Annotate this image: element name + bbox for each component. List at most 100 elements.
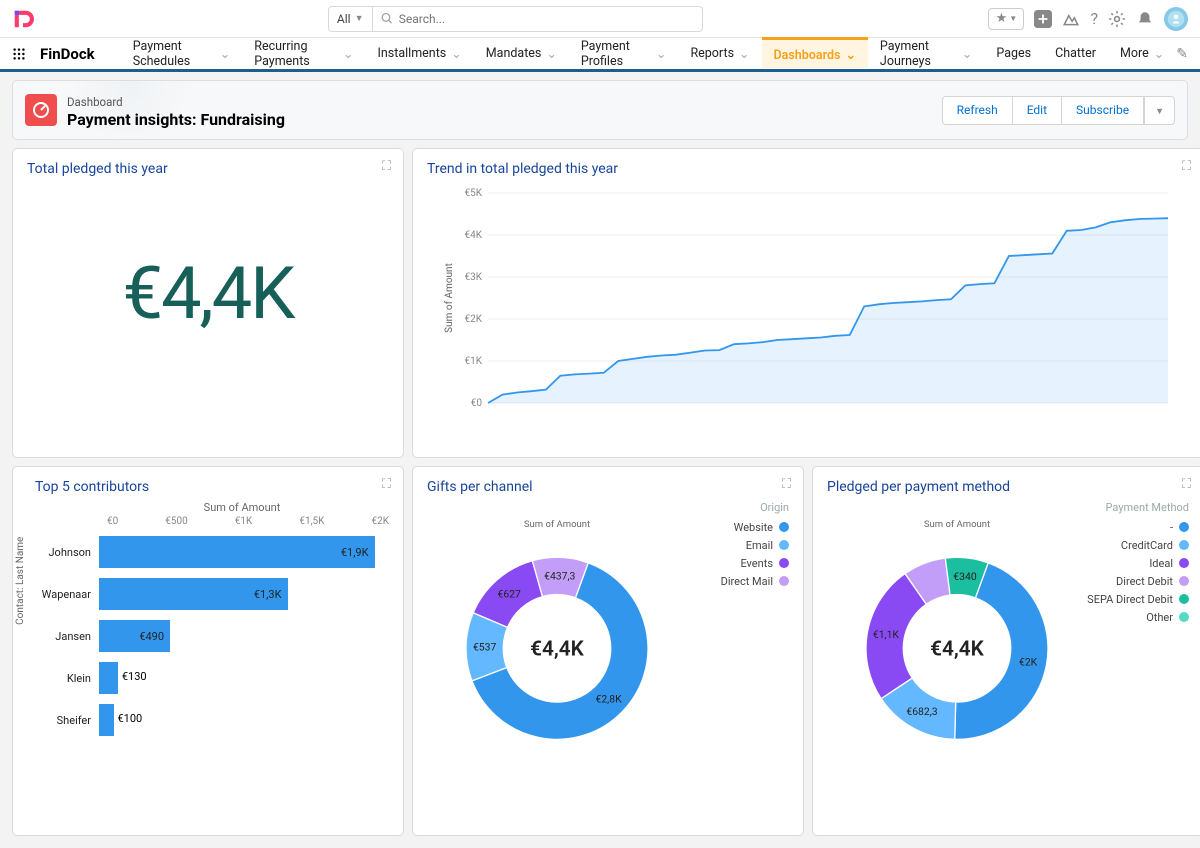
bar-label: Sheifer [35, 714, 99, 727]
legend-item: Ideal [1087, 554, 1189, 572]
legend-item: CreditCard [1087, 536, 1189, 554]
dashboard-grid: Total pledged this year ⛶ €4,4K Trend in… [0, 148, 1200, 848]
help-icon[interactable]: ? [1090, 9, 1098, 28]
legend-swatch [779, 576, 789, 586]
bar-label: Wapenaar [35, 588, 99, 601]
search-input[interactable] [399, 12, 694, 26]
svg-text:€5K: €5K [464, 188, 482, 199]
header-eyebrow: Dashboard [67, 95, 123, 109]
subscribe-button[interactable]: Subscribe [1061, 96, 1144, 125]
legend-label: Website [734, 521, 773, 534]
svg-text:€2,8K: €2,8K [596, 693, 623, 706]
bar-row: Sheifer€100 [35, 699, 389, 741]
top5-y-label: Contact: Last Name [15, 537, 26, 625]
svg-text:€537: €537 [473, 640, 497, 653]
nav-payment-profiles[interactable]: Payment Profiles⌄ [569, 38, 679, 69]
svg-text:€437,3: €437,3 [544, 569, 575, 582]
chevron-down-icon: ⌄ [1154, 46, 1164, 62]
expand-icon[interactable]: ⛶ [782, 477, 791, 492]
dashboard-icon [25, 94, 57, 126]
svg-text:€627: €627 [498, 587, 522, 600]
bar-label: Johnson [35, 546, 99, 559]
favorites-button[interactable]: ★▼ [988, 8, 1024, 30]
gifts-donut-chart: Sum of Amount€2,8K€537€627€437,3€4,4K [427, 501, 687, 761]
legend-swatch [1179, 594, 1189, 604]
avatar[interactable] [1164, 7, 1188, 31]
nav-reports[interactable]: Reports⌄ [678, 38, 761, 69]
card-trend: Trend in total pledged this year ⛶ €0€1K… [412, 148, 1200, 458]
nav-installments[interactable]: Installments⌄ [365, 38, 473, 69]
total-pledged-value: €4,4K [27, 183, 389, 403]
nav-payment-schedules[interactable]: Payment Schedules⌄ [121, 38, 243, 69]
global-search[interactable] [373, 6, 703, 32]
expand-icon[interactable]: ⛶ [382, 477, 391, 492]
edit-nav-icon[interactable]: ✎ [1176, 46, 1188, 62]
legend-label: Other [1146, 611, 1173, 624]
legend-label: Ideal [1149, 557, 1173, 570]
legend-swatch [779, 558, 789, 568]
expand-icon[interactable]: ⛶ [1182, 477, 1191, 492]
card-title: Gifts per channel [427, 479, 789, 495]
global-header: All ▼ ★▼ ? [0, 0, 1200, 38]
card-title: Top 5 contributors [35, 479, 389, 495]
legend-item: Other [1087, 608, 1189, 626]
legend-item: Direct Mail [687, 572, 789, 590]
svg-text:€3K: €3K [464, 272, 482, 283]
svg-text:€4,4K: €4,4K [530, 637, 585, 661]
legend-label: Events [740, 557, 773, 570]
gear-icon[interactable] [1108, 10, 1126, 28]
bar-value: €1,3K [254, 588, 282, 601]
bar-label: Klein [35, 672, 99, 685]
card-title: Total pledged this year [27, 161, 389, 177]
legend-title: Origin [687, 501, 789, 514]
nav-recurring-payments[interactable]: Recurring Payments⌄ [242, 38, 365, 69]
expand-icon[interactable]: ⛶ [382, 159, 391, 174]
legend-label: SEPA Direct Debit [1087, 593, 1173, 606]
bar-value: €1,9K [341, 546, 369, 559]
nav-payment-journeys[interactable]: Payment Journeys⌄ [868, 38, 984, 69]
bar-value: €490 [139, 630, 164, 643]
svg-text:€1K: €1K [464, 356, 482, 367]
legend-swatch [1179, 522, 1189, 532]
plus-icon[interactable] [1034, 10, 1052, 28]
chevron-down-icon: ⌄ [962, 46, 972, 62]
card-total-pledged: Total pledged this year ⛶ €4,4K [12, 148, 404, 458]
expand-icon[interactable]: ⛶ [1182, 159, 1191, 174]
refresh-button[interactable]: Refresh [942, 96, 1012, 125]
legend-label: Email [746, 539, 773, 552]
header-actions: Refresh Edit Subscribe ▼ [942, 96, 1175, 125]
edit-button[interactable]: Edit [1012, 96, 1061, 125]
pm-donut-chart: Sum of Amount€2K€682,3€1,1K€340€4,4K [827, 501, 1087, 761]
more-actions-button[interactable]: ▼ [1144, 96, 1175, 125]
svg-text:€682,3: €682,3 [906, 705, 937, 718]
gifts-legend: Origin Website Email Events Direct Mail [687, 501, 789, 761]
legend-swatch [779, 540, 789, 550]
search-scope-label: All [337, 12, 351, 26]
bell-icon[interactable] [1136, 10, 1154, 28]
pm-legend: Payment Method -CreditCardIdealDirect De… [1087, 501, 1189, 761]
svg-text:€0: €0 [471, 398, 483, 409]
app-launcher-icon[interactable] [12, 45, 26, 63]
legend-label: - [1170, 521, 1173, 534]
svg-text:Sum of Amount: Sum of Amount [924, 519, 990, 530]
legend-item: Email [687, 536, 789, 554]
nav-more[interactable]: More⌄ [1108, 38, 1176, 69]
nav-pages[interactable]: Pages [984, 38, 1043, 69]
card-pledged-per-pm: Pledged per payment method ⛶ Sum of Amou… [812, 466, 1200, 836]
app-logo [12, 8, 34, 30]
chevron-down-icon: ⌄ [845, 47, 855, 63]
svg-text:€2K: €2K [464, 314, 482, 325]
bar-row: Jansen€490 [35, 615, 389, 657]
legend-swatch [1179, 558, 1189, 568]
nav-mandates[interactable]: Mandates⌄ [474, 38, 569, 69]
search-scope-selector[interactable]: All ▼ [328, 6, 373, 32]
nav-dashboards[interactable]: Dashboards⌄ [762, 37, 868, 68]
chart-subtitle: Sum of Amount [95, 501, 389, 514]
chevron-down-icon: ⌄ [739, 46, 749, 62]
svg-text:€1,1K: €1,1K [873, 628, 900, 641]
legend-item: - [1087, 518, 1189, 536]
card-top5: Top 5 contributors ⛶ Sum of Amount €0€50… [12, 466, 404, 836]
nav-chatter[interactable]: Chatter [1043, 38, 1108, 69]
trailhead-icon[interactable] [1062, 10, 1080, 28]
dashboard-header: Dashboard Payment insights: Fundraising … [12, 80, 1188, 140]
